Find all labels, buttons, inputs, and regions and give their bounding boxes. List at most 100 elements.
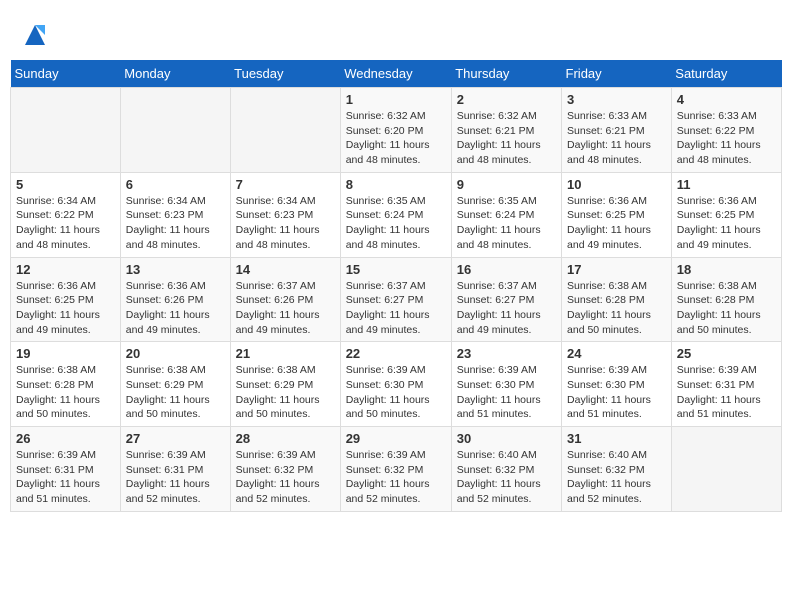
day-number: 11 bbox=[677, 177, 776, 192]
calendar-week-4: 19 Sunrise: 6:38 AM Sunset: 6:28 PM Dayli… bbox=[11, 342, 782, 427]
calendar-cell: 13 Sunrise: 6:36 AM Sunset: 6:26 PM Dayli… bbox=[120, 257, 230, 342]
day-info: Sunrise: 6:39 AM Sunset: 6:31 PM Dayligh… bbox=[677, 363, 776, 422]
calendar-cell bbox=[230, 88, 340, 173]
calendar-cell: 17 Sunrise: 6:38 AM Sunset: 6:28 PM Dayli… bbox=[562, 257, 672, 342]
calendar-cell: 29 Sunrise: 6:39 AM Sunset: 6:32 PM Dayli… bbox=[340, 427, 451, 512]
weekday-header-sunday: Sunday bbox=[11, 60, 121, 88]
calendar-cell: 31 Sunrise: 6:40 AM Sunset: 6:32 PM Dayli… bbox=[562, 427, 672, 512]
day-info: Sunrise: 6:36 AM Sunset: 6:25 PM Dayligh… bbox=[16, 279, 115, 338]
day-info: Sunrise: 6:39 AM Sunset: 6:30 PM Dayligh… bbox=[567, 363, 666, 422]
calendar-cell: 8 Sunrise: 6:35 AM Sunset: 6:24 PM Daylig… bbox=[340, 172, 451, 257]
calendar-cell: 16 Sunrise: 6:37 AM Sunset: 6:27 PM Dayli… bbox=[451, 257, 561, 342]
day-info: Sunrise: 6:39 AM Sunset: 6:32 PM Dayligh… bbox=[346, 448, 446, 507]
calendar-cell: 10Sunrise: 6:36 AM Sunset: 6:25 PM Dayli… bbox=[562, 172, 672, 257]
calendar-cell: 1 Sunrise: 6:32 AM Sunset: 6:20 PM Daylig… bbox=[340, 88, 451, 173]
weekday-header-tuesday: Tuesday bbox=[230, 60, 340, 88]
day-number: 28 bbox=[236, 431, 335, 446]
calendar-cell: 26Sunrise: 6:39 AM Sunset: 6:31 PM Dayli… bbox=[11, 427, 121, 512]
calendar-cell: 14 Sunrise: 6:37 AM Sunset: 6:26 PM Dayli… bbox=[230, 257, 340, 342]
calendar-cell: 5 Sunrise: 6:34 AM Sunset: 6:22 PM Daylig… bbox=[11, 172, 121, 257]
calendar-cell: 22 Sunrise: 6:39 AM Sunset: 6:30 PM Dayli… bbox=[340, 342, 451, 427]
day-info: Sunrise: 6:38 AM Sunset: 6:29 PM Dayligh… bbox=[236, 363, 335, 422]
day-number: 26 bbox=[16, 431, 115, 446]
day-number: 12 bbox=[16, 262, 115, 277]
page-header bbox=[10, 10, 782, 55]
logo-icon bbox=[20, 20, 50, 50]
day-info: Sunrise: 6:35 AM Sunset: 6:24 PM Dayligh… bbox=[346, 194, 446, 253]
day-number: 18 bbox=[677, 262, 776, 277]
calendar-week-5: 26 Sunrise: 6:39 AM Sunset: 6:31 PM Dayli… bbox=[11, 427, 782, 512]
calendar-cell: 3 Sunrise: 6:33 AM Sunset: 6:21 PM Daylig… bbox=[562, 88, 672, 173]
day-info: Sunrise: 6:38 AM Sunset: 6:28 PM Dayligh… bbox=[16, 363, 115, 422]
calendar-cell bbox=[11, 88, 121, 173]
day-info: Sunrise: 6:39 AM Sunset: 6:30 PM Dayligh… bbox=[457, 363, 556, 422]
day-info: Sunrise: 6:34 AM Sunset: 6:23 PM Dayligh… bbox=[126, 194, 225, 253]
day-info: Sunrise: 6:38 AM Sunset: 6:28 PM Dayligh… bbox=[567, 279, 666, 338]
day-info: Sunrise: 6:37 AM Sunset: 6:26 PM Dayligh… bbox=[236, 279, 335, 338]
calendar-week-3: 12 Sunrise: 6:36 AM Sunset: 6:25 PM Dayli… bbox=[11, 257, 782, 342]
day-number: 15 bbox=[346, 262, 446, 277]
day-info: Sunrise: 6:38 AM Sunset: 6:28 PM Dayligh… bbox=[677, 279, 776, 338]
day-number: 2 bbox=[457, 92, 556, 107]
day-info: Sunrise: 6:39 AM Sunset: 6:31 PM Dayligh… bbox=[126, 448, 225, 507]
calendar-cell: 6Sunrise: 6:34 AM Sunset: 6:23 PM Daylig… bbox=[120, 172, 230, 257]
calendar-cell: 19 Sunrise: 6:38 AM Sunset: 6:28 PM Dayli… bbox=[11, 342, 121, 427]
day-number: 24 bbox=[567, 346, 666, 361]
calendar-cell: 11 Sunrise: 6:36 AM Sunset: 6:25 PM Dayli… bbox=[671, 172, 781, 257]
day-number: 20 bbox=[126, 346, 225, 361]
day-number: 22 bbox=[346, 346, 446, 361]
calendar-table: SundayMondayTuesdayWednesdayThursdayFrid… bbox=[10, 60, 782, 512]
day-number: 17 bbox=[567, 262, 666, 277]
day-number: 7 bbox=[236, 177, 335, 192]
day-number: 29 bbox=[346, 431, 446, 446]
weekday-header-thursday: Thursday bbox=[451, 60, 561, 88]
day-info: Sunrise: 6:36 AM Sunset: 6:25 PM Dayligh… bbox=[567, 194, 666, 253]
weekday-header-friday: Friday bbox=[562, 60, 672, 88]
day-info: Sunrise: 6:35 AM Sunset: 6:24 PM Dayligh… bbox=[457, 194, 556, 253]
day-number: 23 bbox=[457, 346, 556, 361]
day-info: Sunrise: 6:40 AM Sunset: 6:32 PM Dayligh… bbox=[457, 448, 556, 507]
day-number: 19 bbox=[16, 346, 115, 361]
calendar-cell: 28Sunrise: 6:39 AM Sunset: 6:32 PM Dayli… bbox=[230, 427, 340, 512]
day-info: Sunrise: 6:39 AM Sunset: 6:30 PM Dayligh… bbox=[346, 363, 446, 422]
calendar-cell: 18 Sunrise: 6:38 AM Sunset: 6:28 PM Dayli… bbox=[671, 257, 781, 342]
day-number: 27 bbox=[126, 431, 225, 446]
day-info: Sunrise: 6:37 AM Sunset: 6:27 PM Dayligh… bbox=[346, 279, 446, 338]
day-number: 1 bbox=[346, 92, 446, 107]
calendar-cell: 4Sunrise: 6:33 AM Sunset: 6:22 PM Daylig… bbox=[671, 88, 781, 173]
day-info: Sunrise: 6:32 AM Sunset: 6:21 PM Dayligh… bbox=[457, 109, 556, 168]
calendar-cell: 27 Sunrise: 6:39 AM Sunset: 6:31 PM Dayli… bbox=[120, 427, 230, 512]
day-number: 31 bbox=[567, 431, 666, 446]
calendar-cell: 25Sunrise: 6:39 AM Sunset: 6:31 PM Dayli… bbox=[671, 342, 781, 427]
day-info: Sunrise: 6:32 AM Sunset: 6:20 PM Dayligh… bbox=[346, 109, 446, 168]
calendar-cell: 24 Sunrise: 6:39 AM Sunset: 6:30 PM Dayli… bbox=[562, 342, 672, 427]
day-info: Sunrise: 6:38 AM Sunset: 6:29 PM Dayligh… bbox=[126, 363, 225, 422]
day-number: 16 bbox=[457, 262, 556, 277]
day-info: Sunrise: 6:34 AM Sunset: 6:22 PM Dayligh… bbox=[16, 194, 115, 253]
day-number: 9 bbox=[457, 177, 556, 192]
day-info: Sunrise: 6:36 AM Sunset: 6:26 PM Dayligh… bbox=[126, 279, 225, 338]
calendar-cell: 12 Sunrise: 6:36 AM Sunset: 6:25 PM Dayli… bbox=[11, 257, 121, 342]
day-info: Sunrise: 6:40 AM Sunset: 6:32 PM Dayligh… bbox=[567, 448, 666, 507]
calendar-cell: 21Sunrise: 6:38 AM Sunset: 6:29 PM Dayli… bbox=[230, 342, 340, 427]
calendar-cell: 23 Sunrise: 6:39 AM Sunset: 6:30 PM Dayli… bbox=[451, 342, 561, 427]
weekday-header-saturday: Saturday bbox=[671, 60, 781, 88]
day-number: 8 bbox=[346, 177, 446, 192]
calendar-week-2: 5 Sunrise: 6:34 AM Sunset: 6:22 PM Daylig… bbox=[11, 172, 782, 257]
calendar-cell: 2 Sunrise: 6:32 AM Sunset: 6:21 PM Daylig… bbox=[451, 88, 561, 173]
day-number: 5 bbox=[16, 177, 115, 192]
day-number: 14 bbox=[236, 262, 335, 277]
calendar-cell bbox=[671, 427, 781, 512]
day-info: Sunrise: 6:37 AM Sunset: 6:27 PM Dayligh… bbox=[457, 279, 556, 338]
day-number: 3 bbox=[567, 92, 666, 107]
calendar-cell: 30Sunrise: 6:40 AM Sunset: 6:32 PM Dayli… bbox=[451, 427, 561, 512]
day-number: 4 bbox=[677, 92, 776, 107]
day-info: Sunrise: 6:33 AM Sunset: 6:21 PM Dayligh… bbox=[567, 109, 666, 168]
day-number: 13 bbox=[126, 262, 225, 277]
weekday-header-row: SundayMondayTuesdayWednesdayThursdayFrid… bbox=[11, 60, 782, 88]
day-info: Sunrise: 6:36 AM Sunset: 6:25 PM Dayligh… bbox=[677, 194, 776, 253]
calendar-cell: 7 Sunrise: 6:34 AM Sunset: 6:23 PM Daylig… bbox=[230, 172, 340, 257]
calendar-cell: 15 Sunrise: 6:37 AM Sunset: 6:27 PM Dayli… bbox=[340, 257, 451, 342]
calendar-cell: 20 Sunrise: 6:38 AM Sunset: 6:29 PM Dayli… bbox=[120, 342, 230, 427]
day-info: Sunrise: 6:34 AM Sunset: 6:23 PM Dayligh… bbox=[236, 194, 335, 253]
